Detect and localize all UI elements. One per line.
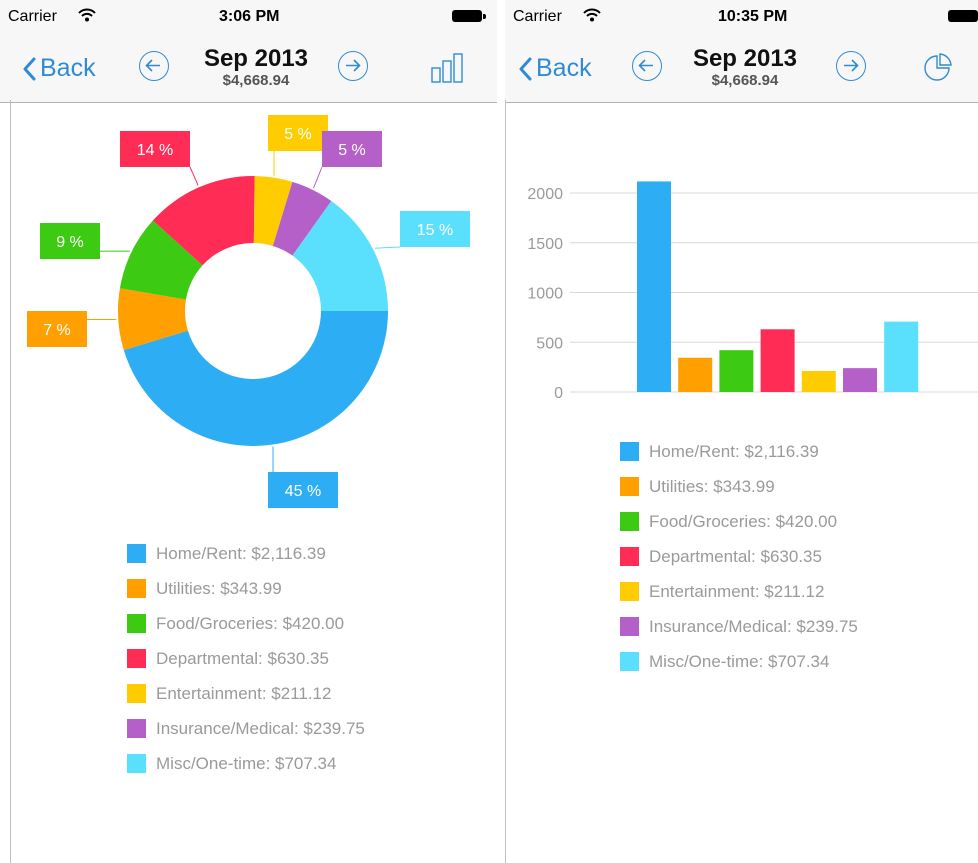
- legend-item: Departmental: $630.35: [620, 539, 858, 574]
- legend-label: Insurance/Medical: $239.75: [649, 616, 858, 636]
- slice-leader-line: [374, 246, 401, 249]
- legend-label: Insurance/Medical: $239.75: [156, 718, 365, 738]
- legend-item: Entertainment: $211.12: [620, 574, 858, 609]
- legend-item: Home/Rent: $2,116.39: [127, 536, 365, 571]
- legend-item: Misc/One-time: $707.34: [620, 644, 858, 679]
- y-tick-label: 1500: [527, 236, 563, 253]
- bar-chart: 0 500 1000 1500 2000: [527, 181, 978, 402]
- legend-label: Misc/One-time: $707.34: [156, 753, 337, 773]
- slice-leader-line: [189, 166, 199, 186]
- legend-swatch: [620, 442, 639, 461]
- bar: [719, 350, 754, 392]
- left-screen: Carrier 3:06 PM Back Sep 2013 $4,668.94: [0, 0, 497, 863]
- legend-swatch: [127, 614, 146, 633]
- y-tick-label: 2000: [527, 186, 563, 203]
- legend: Home/Rent: $2,116.39 Utilities: $343.99 Fo…: [127, 536, 365, 781]
- legend-label: Utilities: $343.99: [649, 476, 775, 496]
- legend-swatch: [620, 652, 639, 671]
- slice-percent-label: 7 %: [43, 322, 71, 339]
- legend-item: Insurance/Medical: $239.75: [127, 711, 365, 746]
- slice-leader-line: [313, 166, 323, 189]
- right-screen: Carrier 10:35 PM Back Sep 2013 $4,668.94: [505, 0, 978, 863]
- bar: [760, 329, 795, 392]
- legend-swatch: [127, 719, 146, 738]
- legend-item: Food/Groceries: $420.00: [127, 606, 365, 641]
- legend-label: Home/Rent: $2,116.39: [649, 441, 819, 461]
- legend-swatch: [620, 512, 639, 531]
- slice-percent-label: 14 %: [137, 142, 173, 159]
- legend-label: Entertainment: $211.12: [156, 683, 332, 703]
- legend-item: Misc/One-time: $707.34: [127, 746, 365, 781]
- legend-label: Food/Groceries: $420.00: [649, 511, 838, 531]
- legend-label: Home/Rent: $2,116.39: [156, 543, 326, 563]
- legend-item: Insurance/Medical: $239.75: [620, 609, 858, 644]
- legend-swatch: [127, 544, 146, 563]
- legend-swatch: [127, 754, 146, 773]
- legend-item: Utilities: $343.99: [620, 469, 858, 504]
- bar: [884, 321, 919, 392]
- bar: [678, 357, 713, 392]
- y-tick-label: 0: [554, 385, 563, 402]
- legend-label: Departmental: $630.35: [156, 648, 329, 668]
- slice-percent-label: 15 %: [417, 222, 453, 239]
- legend-item: Home/Rent: $2,116.39: [620, 434, 858, 469]
- legend-item: Utilities: $343.99: [127, 571, 365, 606]
- legend-item: Departmental: $630.35: [127, 641, 365, 676]
- legend-swatch: [620, 477, 639, 496]
- screen-divider: [497, 0, 505, 863]
- legend: Home/Rent: $2,116.39 Utilities: $343.99 Fo…: [620, 434, 858, 679]
- slice-percent-label: 45 %: [285, 483, 321, 500]
- legend-label: Utilities: $343.99: [156, 578, 282, 598]
- legend-swatch: [127, 579, 146, 598]
- legend-swatch: [620, 617, 639, 636]
- legend-swatch: [127, 684, 146, 703]
- legend-swatch: [620, 582, 639, 601]
- legend-swatch: [620, 547, 639, 566]
- legend-swatch: [127, 649, 146, 668]
- y-tick-label: 1000: [527, 286, 563, 303]
- legend-label: Departmental: $630.35: [649, 546, 822, 566]
- legend-label: Entertainment: $211.12: [649, 581, 825, 601]
- y-tick-label: 500: [536, 335, 563, 352]
- slice-percent-label: 9 %: [56, 234, 84, 251]
- bar: [801, 370, 836, 392]
- legend-label: Misc/One-time: $707.34: [649, 651, 830, 671]
- bar: [843, 368, 877, 392]
- bar: [637, 181, 671, 392]
- slice-percent-label: 5 %: [284, 126, 312, 143]
- legend-item: Food/Groceries: $420.00: [620, 504, 858, 539]
- donut-chart: 45 % 7 % 9 % 14 % 5 % 5 % 15 %: [27, 115, 470, 508]
- legend-label: Food/Groceries: $420.00: [156, 613, 345, 633]
- slice-percent-label: 5 %: [338, 142, 366, 159]
- legend-item: Entertainment: $211.12: [127, 676, 365, 711]
